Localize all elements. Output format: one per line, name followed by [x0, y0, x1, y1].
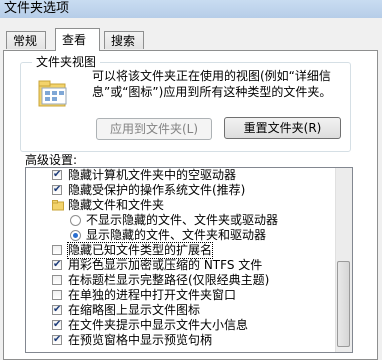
- list-item-label: 隐藏受保护的操作系统文件(推荐): [68, 183, 246, 197]
- list-item-label: 隐藏计算机文件夹中的空驱动器: [68, 168, 237, 182]
- scrollbar-thumb[interactable]: [337, 261, 350, 347]
- folder-icon: [52, 200, 64, 211]
- checkbox[interactable]: [52, 275, 62, 285]
- radio-button[interactable]: [70, 215, 81, 226]
- checkbox[interactable]: ✔: [52, 335, 62, 345]
- reset-folders-button[interactable]: 重置文件夹(R): [224, 117, 341, 139]
- title-bar: 文件夹选项: [0, 0, 382, 18]
- checkbox[interactable]: ✔: [52, 320, 62, 330]
- list-item-label: 隐藏已知文件类型的扩展名: [66, 242, 214, 259]
- list-item-label: 显示隐藏的文件、文件夹和驱动器: [86, 228, 267, 242]
- description-line-1: 可以将该文件夹正在使用的视图(例如“详细信: [92, 69, 331, 83]
- folder-views-title: 文件夹视图: [32, 53, 101, 70]
- window-title: 文件夹选项: [4, 1, 70, 16]
- advanced-settings-label: 高级设置:: [25, 153, 78, 167]
- list-item-label: 用彩色显示加密或压缩的 NTFS 文件: [68, 258, 263, 272]
- vertical-scrollbar[interactable]: [335, 168, 352, 352]
- checkbox[interactable]: ✔: [52, 305, 62, 315]
- list-item-label: 在预览窗格中显示预览句柄: [68, 333, 213, 347]
- list-item-label: 在缩略图上显示文件图标: [68, 303, 201, 317]
- radio-button[interactable]: [70, 230, 81, 241]
- checkbox[interactable]: [52, 290, 62, 300]
- tab-search[interactable]: 搜索: [104, 31, 144, 49]
- checkbox[interactable]: ✔: [52, 260, 62, 270]
- tab-view[interactable]: 查看: [55, 28, 100, 51]
- checkbox[interactable]: [52, 245, 62, 255]
- folder-views-description: 可以将该文件夹正在使用的视图(例如“详细信 息”或“图标”)应用到所有这种类型的…: [92, 68, 347, 100]
- list-item-label: 在文件夹提示中显示文件大小信息: [68, 318, 249, 332]
- list-item-label: 不显示隐藏的文件、文件夹或驱动器: [86, 213, 279, 227]
- checkbox[interactable]: ✔: [52, 170, 62, 180]
- list-item-label: 在标题栏显示完整路径(仅限经典主题): [68, 273, 270, 287]
- checkbox[interactable]: ✔: [52, 185, 62, 195]
- tab-general[interactable]: 常规: [6, 31, 46, 49]
- list-item-label: 隐藏文件和文件夹: [68, 198, 165, 212]
- description-line-2: 息”或“图标”)应用到所有这种类型的文件夹。: [92, 85, 332, 99]
- apply-to-folders-button[interactable]: 应用到文件夹(L): [96, 118, 212, 140]
- list-item-label: 在单独的进程中打开文件夹窗口: [68, 288, 237, 302]
- folder-view-icon: [38, 80, 67, 107]
- advanced-settings-list[interactable]: ✔ 隐藏计算机文件夹中的空驱动器 ✔ 隐藏受保护的操作系统文件(推荐) 隐藏文件…: [25, 167, 353, 353]
- tab-strip: 常规 查看 搜索: [0, 28, 382, 51]
